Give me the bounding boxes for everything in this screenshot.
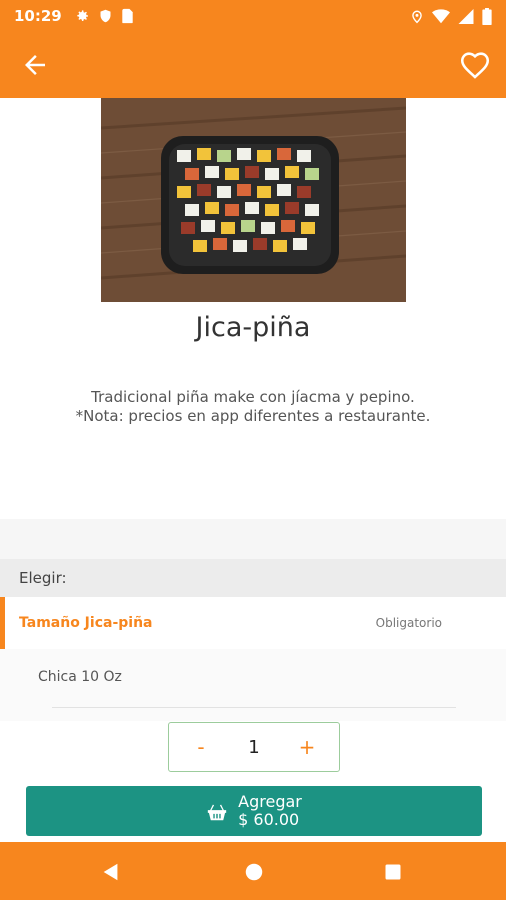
quantity-value: 1: [248, 736, 260, 758]
sim-card-icon: [122, 8, 133, 24]
basket-icon: [207, 804, 227, 821]
system-nav-bar: [0, 842, 506, 900]
quantity-stepper: - 1 +: [168, 722, 340, 772]
status-bar: 10:29: [0, 0, 506, 32]
description-line: Tradicional piña make con jíacma y pepin…: [91, 388, 415, 406]
option-group-size[interactable]: Tamaño Jica-piña Obligatorio: [0, 597, 506, 649]
product-title: Jica-piña: [195, 312, 311, 343]
status-time: 10:29: [14, 7, 62, 25]
arrow-left-icon: [25, 55, 45, 75]
battery-icon: [482, 7, 492, 25]
status-left-icons: [74, 8, 134, 24]
fruit-bowl-photo: [101, 98, 406, 302]
nav-recent-icon[interactable]: [383, 862, 403, 882]
option-separator: [52, 707, 456, 708]
add-button-text: Agregar $ 60.00: [238, 793, 302, 829]
add-button-label: Agregar: [238, 792, 302, 811]
section-divider: [0, 519, 506, 559]
required-label: Obligatorio: [375, 616, 442, 630]
status-right-icons: [410, 7, 492, 25]
nav-home-icon[interactable]: [243, 861, 265, 883]
product-image: [101, 98, 406, 302]
heart-outline-icon: [460, 52, 490, 79]
location-icon: [412, 10, 422, 23]
wifi-icon: [432, 8, 450, 23]
add-to-cart-button[interactable]: Agregar $ 60.00: [26, 786, 482, 836]
description-note: *Nota: precios en app diferentes a resta…: [75, 407, 431, 425]
product-description: Tradicional piña make con jíacma y pepin…: [30, 388, 476, 426]
app-bar: [0, 32, 506, 98]
add-button-price: $ 60.00: [238, 810, 300, 829]
gear-icon: [77, 10, 88, 21]
option-list: Chica 10 Oz: [0, 649, 506, 721]
nav-back-icon[interactable]: [100, 861, 122, 883]
option-item-chica[interactable]: Chica 10 Oz: [38, 669, 122, 685]
favorite-button[interactable]: [458, 48, 492, 82]
decrease-quantity-button[interactable]: -: [191, 735, 211, 759]
shield-icon: [100, 9, 111, 23]
signal-icon: [458, 8, 474, 24]
option-group-name: Tamaño Jica-piña: [19, 615, 153, 631]
increase-quantity-button[interactable]: +: [297, 735, 317, 759]
options-section-header: Elegir:: [0, 559, 506, 597]
back-button[interactable]: [20, 50, 50, 80]
